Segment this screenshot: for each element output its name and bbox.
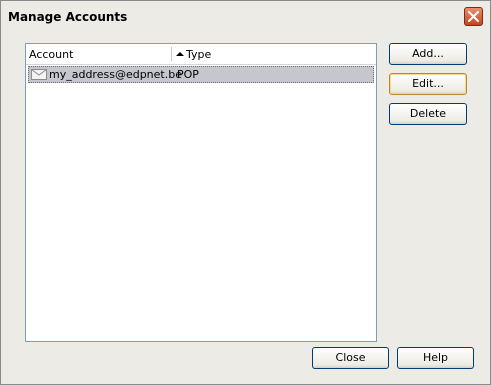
column-header-type-label: Type xyxy=(186,48,212,61)
dialog-title: Manage Accounts xyxy=(8,10,128,24)
column-divider[interactable] xyxy=(171,47,172,61)
add-button[interactable]: Add... xyxy=(389,43,467,65)
close-icon xyxy=(468,11,479,22)
column-header-type[interactable]: Type xyxy=(176,44,211,64)
type-cell: POP xyxy=(177,68,199,81)
title-bar[interactable]: Manage Accounts xyxy=(1,1,490,32)
manage-accounts-dialog: Manage Accounts Account Type my_address@… xyxy=(0,0,491,385)
list-header: Account Type xyxy=(26,44,376,65)
sort-ascending-icon xyxy=(176,52,184,56)
account-cell: my_address@edpnet.be xyxy=(49,68,182,81)
table-row[interactable]: my_address@edpnet.be POP xyxy=(28,66,374,83)
column-header-account[interactable]: Account xyxy=(29,44,73,64)
column-header-account-label: Account xyxy=(29,48,74,61)
help-button[interactable]: Help xyxy=(397,347,474,369)
envelope-icon xyxy=(31,69,47,80)
close-button[interactable]: Close xyxy=(312,347,389,369)
edit-button[interactable]: Edit... xyxy=(389,73,467,95)
accounts-list[interactable]: Account Type my_address@edpnet.be POP xyxy=(25,43,377,342)
window-close-button[interactable] xyxy=(464,7,483,26)
delete-button[interactable]: Delete xyxy=(389,103,467,125)
